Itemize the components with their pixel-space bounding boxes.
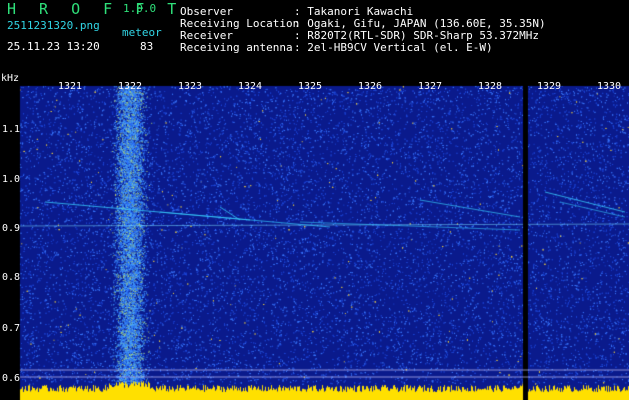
meteor-count: 83: [140, 40, 154, 53]
spectrogram-canvas: [0, 72, 629, 400]
header-panel: H R O F F T 1.0.0 2511231320.png 25.11.2…: [0, 0, 629, 72]
x-tick-label: 1328: [478, 81, 503, 92]
y-tick-label: 0.9: [2, 223, 21, 234]
x-tick-label: 1327: [418, 81, 443, 92]
file-name: 2511231320.png: [7, 19, 100, 32]
y-tick-label: 0.8: [2, 272, 21, 283]
date-time: 25.11.23 13:20: [7, 40, 100, 53]
x-tick-label: 1321: [58, 81, 83, 92]
x-tick-label: 1322: [118, 81, 143, 92]
y-axis-unit: kHz: [1, 73, 20, 84]
y-tick-label: 0.6: [2, 373, 21, 384]
y-tick-label: 1.1: [2, 124, 21, 135]
x-tick-label: 1329: [537, 81, 562, 92]
y-tick-label: 0.7: [2, 323, 21, 334]
x-tick-label: 1326: [358, 81, 383, 92]
x-tick-label: 1323: [178, 81, 203, 92]
x-tick-label: 1330: [597, 81, 622, 92]
app-title: H R O F F T: [7, 0, 184, 18]
x-tick-label: 1324: [238, 81, 263, 92]
info-antenna-value: : 2el-HB9CV Vertical (el. E-W): [294, 41, 493, 54]
y-tick-label: 1.0: [2, 174, 21, 185]
app-version: 1.0.0: [123, 2, 157, 15]
x-tick-label: 1325: [298, 81, 323, 92]
meteor-label: meteor: [122, 26, 162, 39]
info-antenna-key: Receiving antenna: [180, 41, 293, 54]
